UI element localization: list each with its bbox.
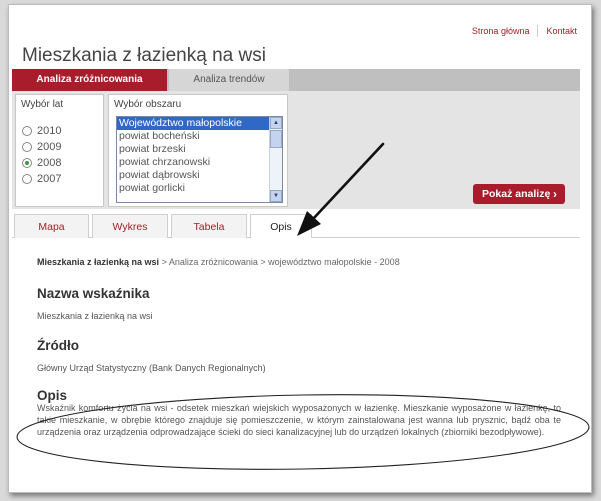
link-separator bbox=[537, 25, 539, 37]
scroll-down-icon[interactable]: ▼ bbox=[270, 190, 282, 202]
scroll-thumb[interactable] bbox=[270, 130, 282, 148]
area-list-item[interactable]: powiat bocheński bbox=[117, 130, 282, 143]
area-list-item[interactable]: powiat dąbrowski bbox=[117, 169, 282, 182]
area-list-item-selected[interactable]: Województwo małopolskie bbox=[117, 117, 282, 130]
area-listbox[interactable]: Województwo małopolskie powiat bocheński… bbox=[116, 116, 283, 203]
area-selector-label: Wybór obszaru bbox=[114, 99, 182, 110]
tab-trend-analysis[interactable]: Analiza trendów bbox=[169, 69, 289, 91]
tab-differentiation-analysis[interactable]: Analiza zróżnicowania bbox=[12, 69, 167, 91]
show-analysis-button[interactable]: Pokaż analizę › bbox=[473, 184, 565, 204]
area-list-item[interactable]: powiat chrzanowski bbox=[117, 156, 282, 169]
area-list-item[interactable]: powiat brzeski bbox=[117, 143, 282, 156]
year-option-label: 2009 bbox=[37, 141, 62, 153]
tab-chart[interactable]: Wykres bbox=[92, 214, 168, 238]
area-list-item[interactable]: powiat gorlicki bbox=[117, 182, 282, 195]
breadcrumb-path: > Analiza zróżnicowania > województwo ma… bbox=[159, 257, 400, 267]
area-selector: Wybór obszaru Województwo małopolskie po… bbox=[108, 94, 288, 207]
source-text: Główny Urząd Statystyczny (Bank Danych R… bbox=[37, 363, 266, 373]
analysis-tabs: Analiza zróżnicowania Analiza trendów bbox=[12, 69, 580, 91]
year-option-2008[interactable]: 2008 bbox=[22, 157, 61, 169]
home-link[interactable]: Strona główna bbox=[472, 26, 530, 36]
source-heading: Źródło bbox=[37, 338, 79, 353]
page-title: Mieszkania z łazienką na wsi bbox=[22, 45, 266, 66]
radio-button-checked[interactable] bbox=[22, 158, 32, 168]
breadcrumb-root[interactable]: Mieszkania z łazienką na wsi bbox=[37, 257, 159, 267]
description-text: Wskaźnik komfortu życia na wsi - odsetek… bbox=[37, 403, 561, 437]
year-option-label: 2008 bbox=[37, 157, 62, 169]
show-analysis-label: Pokaż analizę bbox=[482, 188, 551, 200]
view-tabs: Mapa Wykres Tabela Opis bbox=[12, 214, 580, 239]
radio-button[interactable] bbox=[22, 126, 32, 136]
year-option-2009[interactable]: 2009 bbox=[22, 141, 61, 153]
year-option-2007[interactable]: 2007 bbox=[22, 173, 61, 185]
tab-description[interactable]: Opis bbox=[250, 214, 312, 239]
breadcrumb: Mieszkania z łazienką na wsi > Analiza z… bbox=[37, 257, 400, 267]
year-option-label: 2007 bbox=[37, 173, 62, 185]
top-links: Strona główna Kontakt bbox=[472, 25, 577, 37]
tab-table[interactable]: Tabela bbox=[171, 214, 247, 238]
indicator-text: Mieszkania z łazienką na wsi bbox=[37, 311, 153, 321]
radio-button[interactable] bbox=[22, 174, 32, 184]
year-selector-label: Wybór lat bbox=[21, 99, 64, 110]
year-selector: Wybór lat 2010 2009 2008 2007 bbox=[15, 94, 104, 207]
tab-map[interactable]: Mapa bbox=[14, 214, 89, 238]
contact-link[interactable]: Kontakt bbox=[546, 26, 577, 36]
year-option-label: 2010 bbox=[37, 125, 62, 137]
year-option-2010[interactable]: 2010 bbox=[22, 125, 61, 137]
radio-button[interactable] bbox=[22, 142, 32, 152]
description-heading: Opis bbox=[37, 388, 68, 403]
indicator-heading: Nazwa wskaźnika bbox=[37, 286, 150, 301]
chevron-right-icon: › bbox=[553, 187, 557, 201]
scroll-up-icon[interactable]: ▲ bbox=[270, 117, 282, 129]
listbox-scrollbar[interactable]: ▲ ▼ bbox=[269, 117, 282, 202]
description-panel: Mieszkania z łazienką na wsi > Analiza z… bbox=[12, 238, 580, 488]
